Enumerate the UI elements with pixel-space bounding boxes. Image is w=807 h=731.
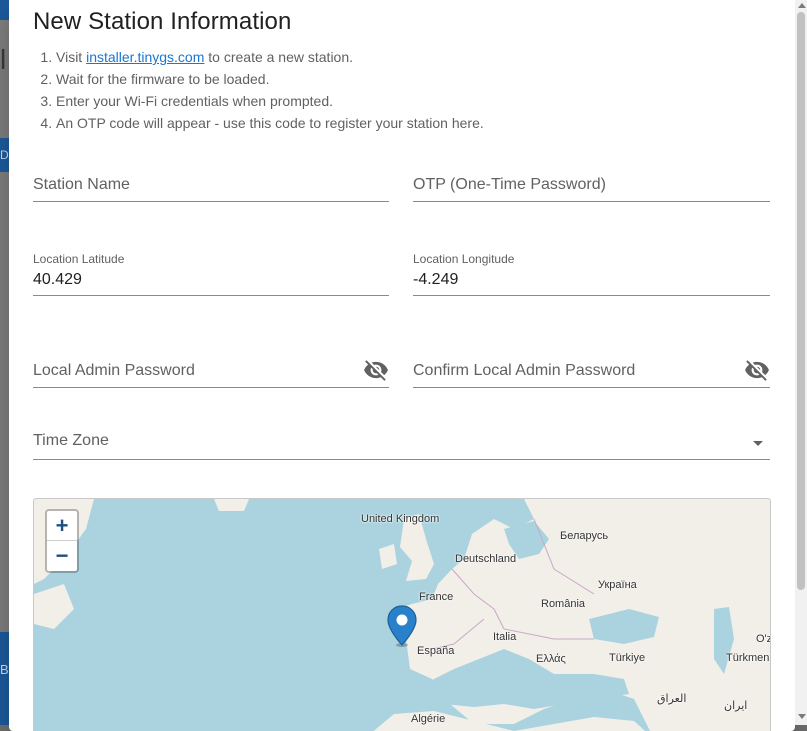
map-label: Deutschland bbox=[455, 553, 517, 565]
latitude-label: Location Latitude bbox=[33, 252, 125, 266]
admin-password-underline bbox=[33, 387, 389, 388]
instruction-step-4: An OTP code will appear - use this code … bbox=[56, 112, 484, 134]
map-label: Italia bbox=[493, 631, 517, 643]
otp-label: OTP (One-Time Password) bbox=[413, 176, 606, 193]
map-label: العراق bbox=[657, 693, 687, 705]
map-label: Algérie bbox=[411, 713, 446, 725]
longitude-label: Location Longitude bbox=[413, 252, 515, 266]
dialog-title: New Station Information bbox=[33, 8, 292, 35]
confirm-password-field[interactable]: Confirm Local Admin Password bbox=[413, 360, 770, 402]
station-name-label: Station Name bbox=[33, 176, 130, 193]
step-1-suffix: to create a new station. bbox=[204, 49, 354, 65]
longitude-underline bbox=[413, 295, 770, 296]
map-label: ایران bbox=[724, 700, 748, 712]
time-zone-select[interactable]: Time Zone bbox=[33, 432, 770, 472]
zoom-out-button[interactable]: − bbox=[47, 541, 77, 570]
instruction-step-2: Wait for the firmware to be loaded. bbox=[56, 68, 484, 90]
map-label: Ελλάς bbox=[536, 653, 566, 665]
dialog-scrollbar[interactable] bbox=[795, 0, 807, 725]
confirm-password-underline bbox=[413, 387, 770, 388]
map-label: España bbox=[417, 645, 455, 657]
otp-underline bbox=[413, 201, 770, 202]
confirm-password-label: Confirm Local Admin Password bbox=[413, 362, 636, 379]
map-label: România bbox=[541, 598, 586, 610]
chevron-down-icon bbox=[753, 441, 763, 446]
zoom-control: + − bbox=[45, 509, 79, 573]
scroll-thumb[interactable] bbox=[797, 12, 805, 590]
scroll-up-arrow-icon[interactable] bbox=[798, 3, 806, 8]
zoom-in-button[interactable]: + bbox=[47, 511, 77, 541]
visibility-off-icon[interactable] bbox=[363, 357, 389, 383]
latitude-field[interactable]: Location Latitude 40.429 bbox=[33, 252, 389, 297]
background-bottom-letter: B bbox=[0, 662, 9, 677]
scroll-down-arrow-icon[interactable] bbox=[798, 714, 806, 719]
location-map[interactable]: + − United Kingdom Беларусь Deutschland … bbox=[33, 498, 771, 731]
map-label: France bbox=[419, 591, 454, 603]
time-zone-label: Time Zone bbox=[33, 432, 109, 449]
otp-field[interactable]: OTP (One-Time Password) bbox=[413, 174, 770, 214]
station-name-underline bbox=[33, 201, 389, 202]
latitude-value: 40.429 bbox=[33, 271, 82, 288]
visibility-off-icon[interactable] bbox=[744, 357, 770, 383]
instruction-step-3: Enter your Wi-Fi credentials when prompt… bbox=[56, 90, 484, 112]
admin-password-label: Local Admin Password bbox=[33, 362, 195, 379]
map-label: Беларусь bbox=[560, 530, 609, 542]
installer-link[interactable]: installer.tinygs.com bbox=[86, 49, 204, 65]
step-1-prefix: Visit bbox=[56, 49, 87, 65]
instruction-step-1: Visit installer.tinygs.com to create a n… bbox=[56, 46, 484, 68]
latitude-underline bbox=[33, 295, 389, 296]
station-name-field[interactable]: Station Name bbox=[33, 174, 389, 214]
map-label: Türkiye bbox=[609, 652, 646, 664]
map-label: Türkmen bbox=[726, 652, 770, 664]
instructions-list: Visit installer.tinygs.com to create a n… bbox=[33, 46, 484, 134]
longitude-value: -4.249 bbox=[413, 271, 459, 288]
time-zone-underline bbox=[33, 459, 770, 460]
map-label: Україна bbox=[598, 579, 637, 591]
new-station-dialog: New Station Information Visit installer.… bbox=[9, 0, 795, 731]
longitude-field[interactable]: Location Longitude -4.249 bbox=[413, 252, 770, 297]
location-marker-icon[interactable] bbox=[387, 605, 417, 652]
admin-password-field[interactable]: Local Admin Password bbox=[33, 360, 389, 402]
map-label: United Kingdom bbox=[361, 513, 440, 525]
map-label: O'z bbox=[756, 633, 771, 645]
background-heading-fragment: l bbox=[0, 44, 7, 75]
